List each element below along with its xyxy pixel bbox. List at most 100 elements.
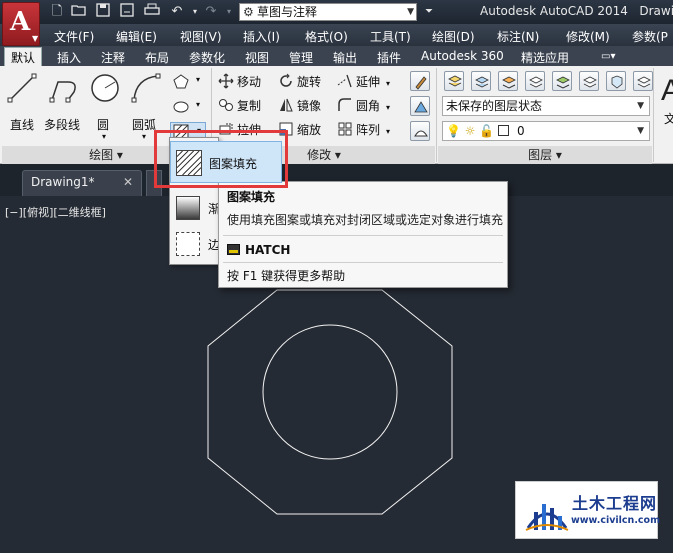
paintbrush-icon[interactable] (410, 71, 430, 91)
polyline-button[interactable]: 多段线 (42, 72, 86, 132)
tab-insert[interactable]: 插入 (57, 49, 81, 66)
layer-freeze-icon[interactable] (606, 71, 626, 91)
workspace-name: 草图与注释 (257, 5, 318, 19)
undo-icon[interactable]: ↶ (168, 3, 186, 21)
gradient-icon (176, 196, 200, 220)
document-name: Drawing1* (31, 175, 95, 189)
menu-parametric[interactable]: 参数(P (632, 28, 668, 45)
menu-tools[interactable]: 工具(T) (370, 28, 411, 45)
title-bar: 🗋 ↶ ▾ ↷ ▾ ⚙ 草图与注释 ▼ ⏷ Autodesk AutoCAD 20… (0, 0, 673, 24)
window-title: Autodesk AutoCAD 2014 Drawi (480, 4, 673, 18)
tab-plugins[interactable]: 插件 (377, 49, 401, 66)
circle-shape (262, 324, 398, 460)
mirror-label: 镜像 (297, 99, 322, 113)
menu-bar: 文件(F) 编辑(E) 视图(V) 插入(I) 格式(O) 工具(T) 绘图(D… (0, 24, 673, 46)
move-button[interactable]: 移动 (218, 72, 261, 92)
unlock-icon: 🔓 (479, 124, 495, 138)
highlight-annotation-box (154, 130, 288, 188)
ellipse-button[interactable]: ▾ (170, 97, 206, 117)
circle-button[interactable]: 圆 ▾ (88, 72, 122, 141)
mirror-icon (280, 98, 293, 112)
layer-make-current-icon[interactable] (471, 71, 491, 91)
tab-view[interactable]: 视图 (245, 49, 269, 66)
fillet-label: 圆角 (356, 99, 381, 113)
current-layer-dropdown[interactable]: 💡 ☼ 🔓 0 ▼ (442, 121, 650, 141)
customize-toolbar-icon[interactable]: ⏷ (420, 3, 438, 21)
tooltip-command: HATCH (245, 243, 291, 257)
layer-state-dropdown[interactable]: 未保存的图层状态 ▼ (442, 96, 650, 116)
chevron-down-icon: ▾ (196, 75, 201, 84)
tab-output[interactable]: 输出 (333, 49, 357, 66)
layer-previous-icon[interactable] (525, 71, 545, 91)
tab-drawing1[interactable]: Drawing1* ✕ (22, 170, 142, 196)
tab-manage[interactable]: 管理 (289, 49, 313, 66)
chevron-down-icon: ▾ (386, 127, 391, 136)
move-label: 移动 (237, 75, 262, 89)
save-as-icon[interactable] (118, 3, 136, 21)
gradient-item[interactable]: 渐 (172, 193, 220, 223)
explode-icon[interactable] (410, 121, 430, 141)
copy-button[interactable]: 复制 (218, 96, 261, 116)
chevron-down-icon[interactable]: ▾ (142, 132, 146, 141)
rotate-icon (280, 73, 292, 87)
bulb-icon: 💡 (446, 124, 461, 138)
open-folder-icon[interactable] (70, 3, 88, 21)
watermark-url: www.civilcn.com (571, 515, 660, 526)
tab-default[interactable]: 默认 (4, 47, 43, 66)
panel-divider (436, 68, 437, 162)
extend-button[interactable]: 延伸 ▾ (337, 72, 390, 92)
sun-icon: ☼ (464, 124, 476, 138)
menu-edit[interactable]: 编辑(E) (116, 28, 157, 45)
boundary-item[interactable]: 边 (172, 229, 220, 259)
layer-unisolate-icon[interactable] (579, 71, 599, 91)
tab-autodesk-360[interactable]: Autodesk 360 (421, 49, 504, 63)
rotate-button[interactable]: 旋转 (278, 72, 321, 92)
menu-file[interactable]: 文件(F) (54, 28, 94, 45)
tab-layout[interactable]: 布局 (145, 49, 169, 66)
array-button[interactable]: 阵列 ▾ (337, 120, 390, 140)
layers-panel-label[interactable]: 图层 ▾ (438, 146, 652, 164)
menu-format[interactable]: 格式(O) (305, 28, 348, 45)
layer-off-icon[interactable] (633, 71, 653, 91)
extend-icon (337, 74, 352, 88)
offset-icon[interactable] (410, 96, 430, 116)
autocad-logo-icon: A (10, 7, 31, 37)
arc-button[interactable]: 圆弧 ▾ (128, 72, 164, 141)
ribbon-options-icon[interactable]: ▭▾ (601, 51, 615, 62)
gear-icon: ⚙ (243, 5, 254, 19)
fillet-icon (338, 98, 351, 111)
menu-insert[interactable]: 插入(I) (243, 28, 280, 45)
close-icon[interactable]: ✕ (123, 171, 133, 193)
text-tool-glyph[interactable]: A (661, 74, 673, 108)
workspace-selector[interactable]: ⚙ 草图与注释 ▼ (239, 3, 417, 21)
polygon-button[interactable]: ▾ (170, 72, 206, 92)
chevron-down-icon[interactable]: ▾ (102, 132, 106, 141)
panel-divider (653, 68, 654, 162)
mirror-button[interactable]: 镜像 (278, 96, 321, 116)
redo-dropdown-icon[interactable]: ▾ (220, 3, 238, 21)
menu-modify[interactable]: 修改(M) (566, 28, 610, 45)
line-button[interactable]: 直线 (6, 72, 38, 132)
redo-icon[interactable]: ↷ (202, 3, 220, 21)
layer-isolate-icon[interactable] (552, 71, 572, 91)
layer-properties-icon[interactable] (444, 71, 464, 91)
fillet-button[interactable]: 圆角 ▾ (337, 96, 390, 116)
menu-dimension[interactable]: 标注(N) (497, 28, 539, 45)
menu-view[interactable]: 视图(V) (180, 28, 222, 45)
extend-label: 延伸 (356, 75, 381, 89)
save-icon[interactable] (94, 3, 112, 21)
layer-match-icon[interactable] (498, 71, 518, 91)
ellipse-icon (173, 101, 189, 113)
text-tool-label: 文 (664, 112, 673, 126)
chevron-down-icon: ▼ (637, 126, 644, 136)
print-icon[interactable] (143, 3, 161, 21)
tab-annotate[interactable]: 注释 (101, 49, 125, 66)
application-menu-button[interactable]: A ▼ (2, 2, 40, 46)
divider (223, 262, 503, 263)
chevron-down-icon: ▾ (196, 100, 201, 109)
new-file-icon[interactable]: 🗋 (48, 3, 66, 21)
tab-featured-apps[interactable]: 精选应用 (521, 49, 569, 66)
layer-state-value: 未保存的图层状态 (446, 99, 543, 113)
tab-parametric[interactable]: 参数化 (189, 49, 225, 66)
menu-draw[interactable]: 绘图(D) (432, 28, 475, 45)
